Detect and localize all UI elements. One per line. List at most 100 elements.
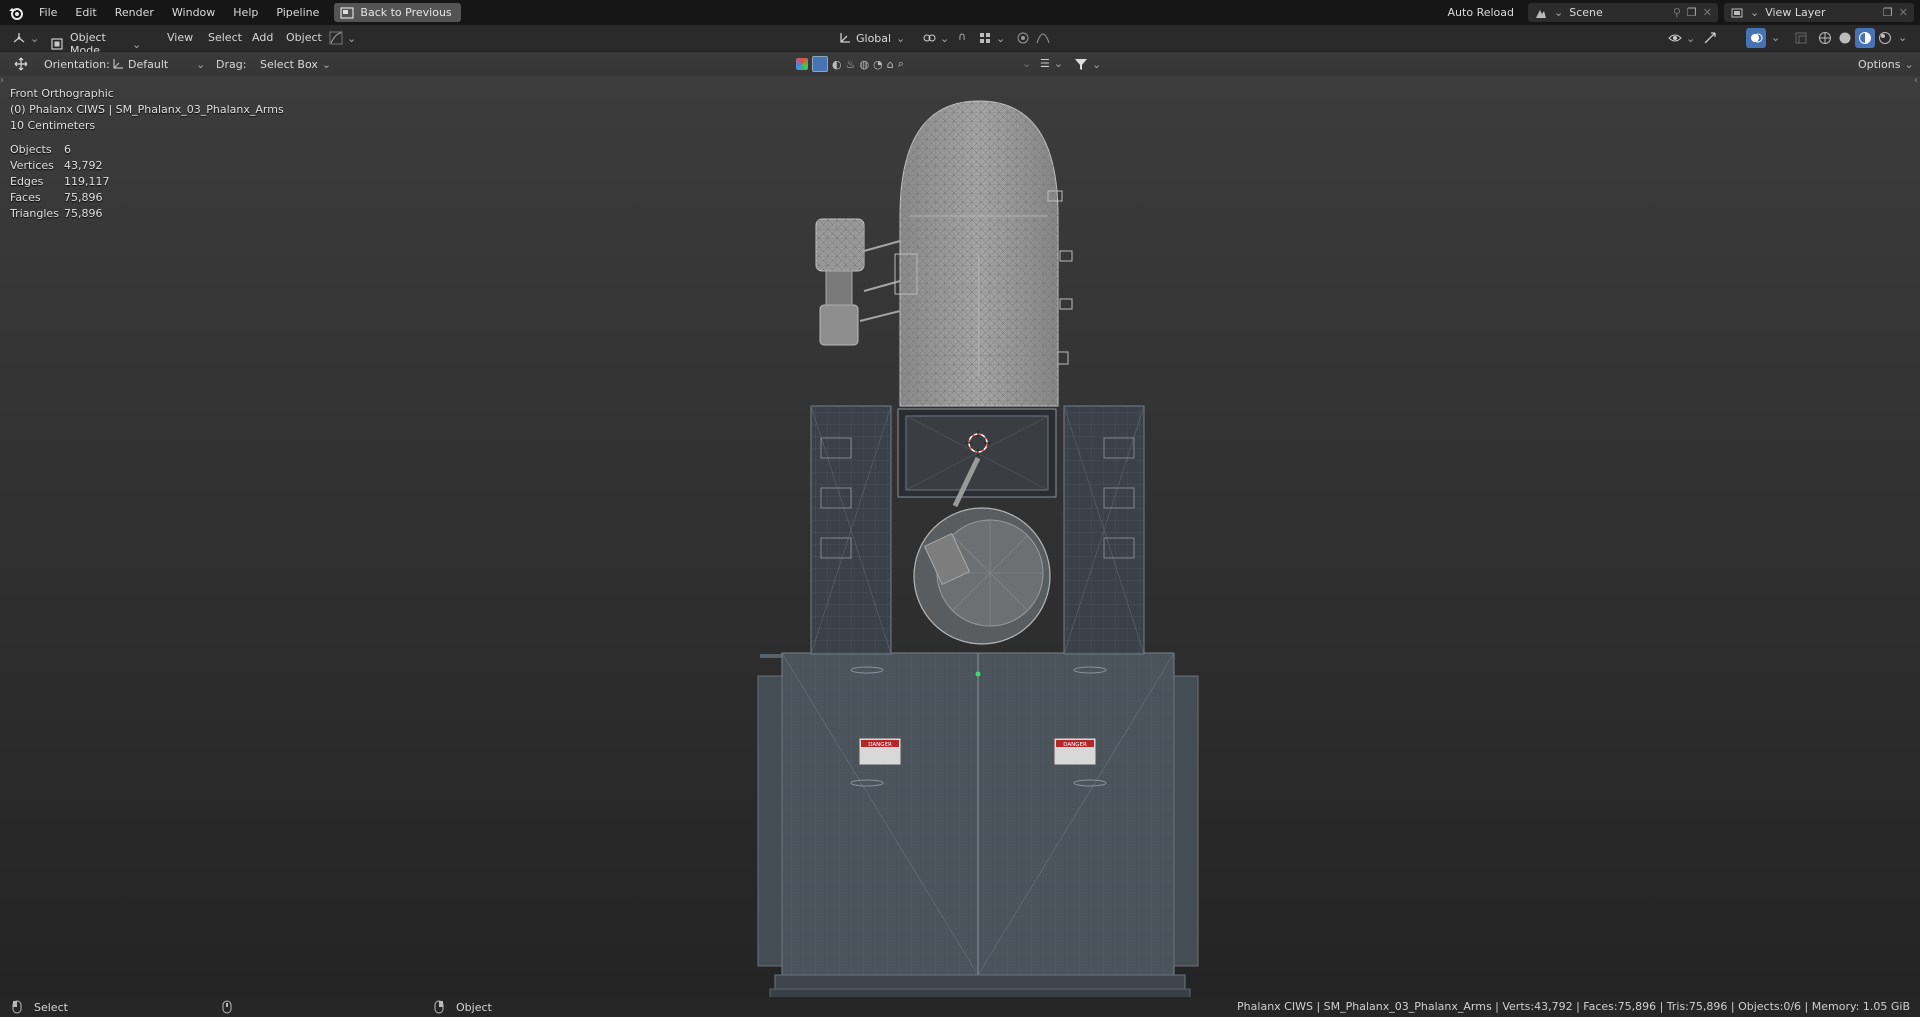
sphere-icon[interactable]: ◐ <box>832 58 842 71</box>
lock-icon[interactable]: ⌂ <box>887 58 894 71</box>
menu-object[interactable]: Object <box>286 31 322 44</box>
stat-value: 75,896 <box>64 207 103 220</box>
pivot-point-icon <box>923 34 936 42</box>
stat-label: Faces <box>10 191 41 204</box>
chevron-down-icon: ⌄ <box>321 58 332 71</box>
3d-viewport[interactable]: DANGER DANGER › ‹ <box>0 75 1920 997</box>
xray-icon[interactable] <box>1794 31 1808 45</box>
chevron-down-icon: ⌄ <box>996 31 1006 45</box>
transform-orientation-label: Global <box>856 31 892 45</box>
falloff-curve-icon[interactable] <box>1036 31 1050 45</box>
solid-shading-icon[interactable] <box>1838 31 1852 45</box>
gizmo-toggle-icon[interactable] <box>1703 31 1717 45</box>
new-scene-icon[interactable]: ❐ <box>1687 6 1697 19</box>
view-layer-name: View Layer <box>1765 6 1826 19</box>
stat-row: Triangles 75,896 <box>10 206 110 222</box>
gun-housing <box>897 408 1057 508</box>
danger-sign-left: DANGER <box>858 737 902 766</box>
close-icon[interactable]: ✕ <box>1703 6 1712 19</box>
view-name: Front Orthographic <box>10 87 114 100</box>
drag-value: Select Box <box>260 58 318 71</box>
close-icon[interactable]: ✕ <box>1899 6 1908 19</box>
blender-logo-icon[interactable] <box>8 5 24 21</box>
visibility-dropdown[interactable]: ⌄ <box>1668 31 1695 45</box>
status-right-action: Object <box>456 1001 492 1014</box>
menu-file[interactable]: File <box>30 0 66 25</box>
grid-scale: 10 Centimeters <box>10 119 96 132</box>
drag-dropdown[interactable]: Select Box ⌄ <box>260 58 331 71</box>
material-preview-icon <box>1859 32 1871 44</box>
pin-icon[interactable]: ⚲ <box>1673 6 1681 19</box>
color-cube-icon[interactable] <box>796 58 808 70</box>
stat-label: Objects <box>10 143 52 156</box>
view-layer-selector[interactable]: ⌄ View Layer ❐ ✕ <box>1724 3 1914 22</box>
proportional-editing-icon[interactable] <box>1016 31 1030 45</box>
light-icon[interactable]: ♨ <box>846 58 856 71</box>
chevron-down-icon: ⌄ <box>1750 6 1760 19</box>
filter-dropdown[interactable]: ⌄ <box>1074 57 1101 71</box>
stat-row: Vertices 43,792 <box>10 158 110 174</box>
select-box-icon[interactable] <box>812 56 828 72</box>
editor-type-selector[interactable]: ⌄ <box>12 31 39 45</box>
gizmo-dropdown[interactable]: ⌄ <box>329 31 356 45</box>
hierarchy-dropdown[interactable]: ☰ ⌄ <box>1040 57 1063 70</box>
ammo-drum <box>913 507 1051 645</box>
menu-select[interactable]: Select <box>208 31 242 44</box>
search-icon[interactable]: ⌕ <box>898 57 904 71</box>
scene-selector[interactable]: ⌄ Scene ⚲ ❐ ✕ <box>1528 3 1718 22</box>
chevron-down-icon[interactable]: ⌄ <box>1898 31 1907 44</box>
chevron-down-icon: ⌄ <box>1686 31 1696 45</box>
pivot-point-dropdown[interactable]: ⌄ <box>922 31 949 45</box>
chevron-down-icon: ⌄ <box>896 31 906 45</box>
phalanx-ciws-model[interactable]: DANGER DANGER <box>0 76 1920 997</box>
toolbar-expand-icon[interactable]: › <box>0 75 6 86</box>
snapping-dropdown[interactable]: ⌄ <box>1022 57 1031 70</box>
chevron-down-icon: ⌄ <box>30 31 40 45</box>
stat-row: Edges 119,117 <box>10 174 110 190</box>
move-tool-icon[interactable] <box>14 57 28 71</box>
scene-info-text: Phalanx CIWS | SM_Phalanx_03_Phalanx_Arm… <box>1237 1000 1910 1013</box>
stat-label: Vertices <box>10 159 54 172</box>
eye-icon <box>1668 34 1682 42</box>
menu-view[interactable]: View <box>167 31 193 44</box>
global-axes-icon <box>840 33 850 43</box>
base-cabinet <box>757 652 1199 997</box>
drag-label: Drag: <box>216 58 247 71</box>
new-view-layer-icon[interactable]: ❐ <box>1883 6 1893 19</box>
chevron-down-icon: ⌄ <box>196 57 206 71</box>
object-mode-icon <box>51 38 63 50</box>
camera-icon[interactable]: ◔ <box>873 58 883 71</box>
orientation-value: Default <box>128 57 169 71</box>
back-to-previous-button[interactable]: Back to Previous <box>334 3 461 22</box>
snap-grid-icon <box>980 33 990 43</box>
sidebar-expand-icon[interactable]: ‹ <box>1914 75 1920 86</box>
menu-render[interactable]: Render <box>106 0 163 25</box>
danger-sign-right: DANGER <box>1053 737 1097 766</box>
chevron-down-icon: ⌄ <box>1053 57 1064 70</box>
material-preview-shading-button[interactable] <box>1855 28 1875 48</box>
overlays-toggle[interactable] <box>1746 28 1766 48</box>
left-arm <box>810 405 892 655</box>
stat-row: Objects 6 <box>10 142 110 158</box>
rendered-shading-icon[interactable] <box>1878 31 1892 45</box>
viewport-info-overlay: Front Orthographic (0) Phalanx CIWS | SM… <box>10 86 284 134</box>
snap-magnet-icon[interactable]: ∩ <box>958 30 966 43</box>
menu-help[interactable]: Help <box>224 0 267 25</box>
menu-window[interactable]: Window <box>163 0 224 25</box>
snap-curve-icon: ⌄ <box>1022 57 1032 70</box>
world-icon[interactable]: ◍ <box>859 58 869 71</box>
chevron-down-icon: ⌄ <box>1092 57 1102 71</box>
wireframe-shading-icon[interactable] <box>1818 31 1832 45</box>
snap-target-dropdown[interactable]: ⌄ <box>978 31 1005 45</box>
chevron-down-icon: ⌄ <box>1554 6 1564 19</box>
transform-orientation-dropdown[interactable]: Global ⌄ <box>838 31 905 45</box>
menu-edit[interactable]: Edit <box>66 0 105 25</box>
mouse-right-icon <box>434 1000 444 1014</box>
orientation-dropdown[interactable]: Default ⌄ <box>110 57 205 71</box>
chevron-down-icon[interactable]: ⌄ <box>1771 31 1780 44</box>
tool-settings-bar: Orientation: Default ⌄ Drag: Select Box … <box>0 52 1920 76</box>
menu-add[interactable]: Add <box>252 31 273 44</box>
auto-reload-label[interactable]: Auto Reload <box>1448 6 1514 19</box>
menu-pipeline[interactable]: Pipeline <box>267 0 328 25</box>
options-dropdown[interactable]: Options ⌄ <box>1858 58 1914 71</box>
